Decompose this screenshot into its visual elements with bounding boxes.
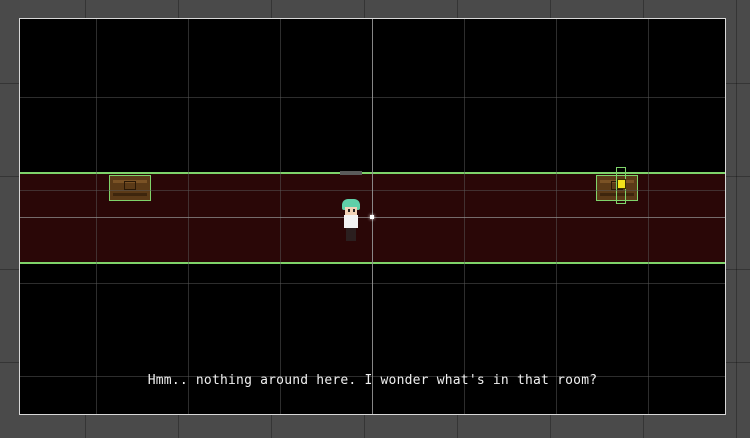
dialogue-text: Hmm.. nothing around here. I wonder what… — [147, 373, 598, 388]
player-eye — [353, 209, 355, 212]
chest-lock-icon — [124, 181, 136, 190]
game-viewport[interactable]: Hmm.. nothing around here. I wonder what… — [19, 18, 726, 415]
player-face — [345, 207, 357, 215]
door-marker — [340, 171, 362, 175]
player-legs — [346, 228, 356, 241]
player-shirt — [344, 215, 358, 228]
key-icon[interactable] — [617, 179, 626, 189]
sparkle-icon — [370, 215, 374, 219]
player-character[interactable] — [340, 199, 362, 243]
player-eye — [348, 209, 350, 212]
chest-left[interactable] — [109, 175, 151, 201]
